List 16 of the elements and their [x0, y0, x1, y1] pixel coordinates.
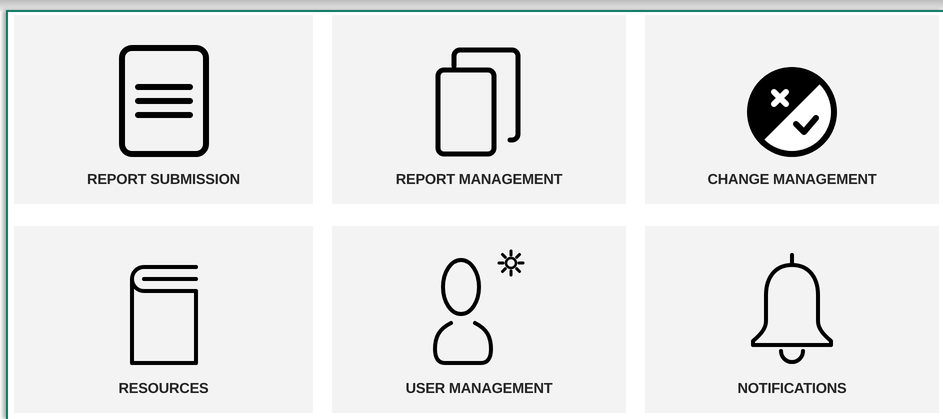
menu-tile[interactable]: CHANGE MANAGEMENT [645, 15, 939, 204]
tile-label: NOTIFICATIONS [737, 381, 847, 397]
tile-label: CHANGE MANAGEMENT [708, 172, 876, 188]
menu-tile[interactable]: USER MANAGEMENT [332, 226, 626, 413]
tile-label: REPORT SUBMISSION [87, 172, 240, 188]
approve-reject-icon [746, 66, 838, 158]
tile-label: RESOURCES [118, 381, 209, 397]
bell-icon [749, 251, 835, 367]
tile-label: USER MANAGEMENT [406, 381, 552, 397]
tile-label: REPORT MANAGEMENT [396, 172, 562, 188]
user-settings-icon [431, 249, 527, 367]
menu-tile[interactable]: REPORT MANAGEMENT [332, 15, 626, 204]
menu-tile[interactable]: REPORT SUBMISSION [14, 15, 313, 204]
menu-tile[interactable]: RESOURCES [14, 226, 313, 413]
document-icon [118, 44, 210, 158]
menu-tile[interactable]: NOTIFICATIONS [645, 226, 939, 413]
